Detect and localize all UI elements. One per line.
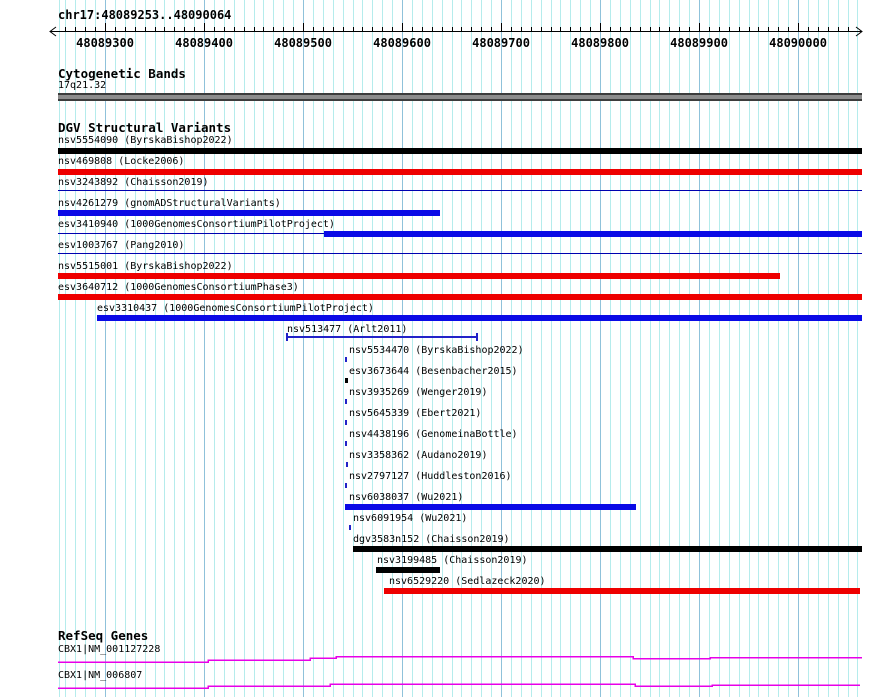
variant-label[interactable]: nsv5515001 (ByrskaBishop2022): [58, 261, 233, 273]
track-header-cytobands: Cytogenetic Bands: [58, 66, 186, 81]
variant-label[interactable]: esv1003767 (Pang2010): [58, 240, 184, 252]
variant-tick[interactable]: [345, 420, 347, 425]
ruler-tick-label: 48089300: [76, 36, 134, 50]
variant-label[interactable]: nsv6038037 (Wu2021): [349, 492, 463, 504]
variant-label[interactable]: nsv469808 (Locke2006): [58, 156, 184, 168]
track-header-dgv: DGV Structural Variants: [58, 120, 232, 135]
variant-label[interactable]: nsv3358362 (Audano2019): [349, 450, 487, 462]
variant-label[interactable]: nsv3935269 (Wenger2019): [349, 387, 487, 399]
variant-ibeam-cap-left[interactable]: [286, 333, 288, 341]
variant-bar[interactable]: [97, 315, 862, 321]
variant-label[interactable]: nsv3243892 (Chaisson2019): [58, 177, 209, 189]
variant-line[interactable]: [58, 190, 862, 191]
variant-bar[interactable]: [58, 210, 440, 216]
variant-tick[interactable]: [345, 441, 347, 446]
ruler-tick-label: 48089800: [571, 36, 629, 50]
region-title: chr17:48089253..48090064: [58, 8, 232, 22]
track-header-refseq: RefSeq Genes: [58, 628, 149, 643]
gene-label[interactable]: CBX1|NM_001127228: [58, 644, 160, 656]
variant-label[interactable]: nsv5534470 (ByrskaBishop2022): [349, 345, 524, 357]
variant-label[interactable]: nsv513477 (Arlt2011): [287, 324, 407, 336]
variant-label[interactable]: nsv4261279 (gnomADStructuralVariants): [58, 198, 281, 210]
variant-tick[interactable]: [345, 483, 347, 488]
gene-intron-line[interactable]: [58, 655, 862, 663]
variant-label[interactable]: esv3640712 (1000GenomesConsortiumPhase3): [58, 282, 299, 294]
variant-label[interactable]: nsv4438196 (GenomeinaBottle): [349, 429, 518, 441]
ruler-tick-label: 48089600: [373, 36, 431, 50]
variant-label[interactable]: dgv3583n152 (Chaisson2019): [353, 534, 510, 546]
variant-label[interactable]: esv3410940 (1000GenomesConsortiumPilotPr…: [58, 219, 335, 231]
cytoband-bar[interactable]: [58, 93, 862, 101]
genome-browser-panel: chr17:48089253..48090064 Cytogenetic Ban…: [0, 0, 890, 697]
variant-ibeam-line[interactable]: [286, 336, 478, 338]
variant-label[interactable]: esv3673644 (Besenbacher2015): [349, 366, 518, 378]
ruler-tick-label: 48089500: [274, 36, 332, 50]
variant-ibeam-cap-right[interactable]: [476, 333, 478, 341]
variant-lead-line[interactable]: [58, 233, 324, 234]
variant-tick[interactable]: [345, 378, 348, 383]
variant-bar[interactable]: [58, 169, 862, 175]
cytoband-label[interactable]: 17q21.32: [58, 80, 106, 92]
variant-label[interactable]: nsv6529220 (Sedlazeck2020): [389, 576, 546, 588]
variant-bar[interactable]: [376, 567, 440, 573]
ruler-tick-label: 48090000: [769, 36, 827, 50]
variant-tick[interactable]: [346, 462, 348, 467]
variant-bar[interactable]: [58, 148, 862, 154]
variant-line[interactable]: [58, 253, 862, 254]
variant-bar[interactable]: [384, 588, 860, 594]
variant-label[interactable]: nsv5554090 (ByrskaBishop2022): [58, 135, 233, 147]
variant-bar[interactable]: [324, 231, 862, 237]
variant-tick[interactable]: [345, 399, 347, 404]
ruler-tick-label: 48089400: [175, 36, 233, 50]
variant-label[interactable]: nsv6091954 (Wu2021): [353, 513, 467, 525]
variant-tick[interactable]: [349, 525, 351, 530]
gene-label[interactable]: CBX1|NM_006807: [58, 670, 142, 682]
ruler-tick-label: 48089700: [472, 36, 530, 50]
variant-bar[interactable]: [353, 546, 862, 552]
variant-bar[interactable]: [58, 294, 862, 300]
variant-label[interactable]: nsv3199485 (Chaisson2019): [377, 555, 528, 567]
variant-bar[interactable]: [58, 273, 780, 279]
variant-label[interactable]: nsv2797127 (Huddleston2016): [349, 471, 512, 483]
variant-tick[interactable]: [345, 357, 347, 362]
ruler-tick-label: 48089900: [670, 36, 728, 50]
variant-label[interactable]: esv3310437 (1000GenomesConsortiumPilotPr…: [97, 303, 374, 315]
variant-label[interactable]: nsv5645339 (Ebert2021): [349, 408, 481, 420]
variant-bar[interactable]: [345, 504, 636, 510]
